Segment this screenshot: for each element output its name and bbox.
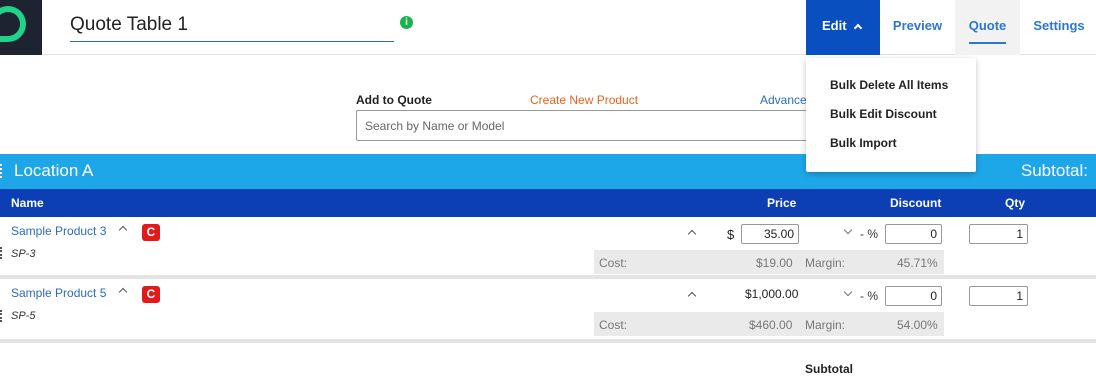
subtotal-label: Subtotal [805,362,853,376]
cost-value: $460.00 [749,318,793,332]
table-row: Sample Product 5 C SP-5 $1,000.00 - % Co… [0,279,1096,339]
info-icon[interactable]: i [400,16,413,29]
app-logo[interactable] [0,0,42,55]
chevron-up-icon[interactable] [687,229,697,239]
table-column-header: Name Price Discount Qty [0,189,1096,217]
discount-type-label[interactable]: - % [860,227,878,241]
product-sku: SP-5 [11,310,36,322]
price-value: $1,000.00 [745,287,799,301]
menu-item-bulk-edit-discount[interactable]: Bulk Edit Discount [830,107,937,121]
tab-edit-label: Edit [822,18,847,33]
product-name-link[interactable]: Sample Product 3 [11,224,106,238]
location-subtotal-label: Subtotal: [1020,161,1088,180]
cost-margin-band: Cost: $19.00 Margin: 45.71% [594,250,944,274]
menu-item-bulk-delete[interactable]: Bulk Delete All Items [830,78,948,92]
table-row: Sample Product 3 C SP-3 $ - % Cost: $19.… [0,217,1096,277]
custom-product-badge: C [142,286,160,303]
chevron-up-icon [853,23,862,33]
column-discount: Discount [890,196,942,210]
edit-dropdown-menu: Bulk Delete All Items Bulk Edit Discount… [806,58,976,172]
tab-quote-label: Quote [968,18,1007,33]
location-name[interactable]: Location A [14,161,93,181]
chevron-down-icon[interactable] [843,225,853,235]
quote-title-input[interactable]: Quote Table 1 [70,8,394,42]
cost-label: Cost: [599,256,628,270]
advanced-search-link[interactable]: Advance [760,93,807,107]
create-new-product-link[interactable]: Create New Product [530,93,638,107]
cost-value: $19.00 [756,256,793,270]
drag-handle-icon[interactable] [0,164,3,178]
product-search-input[interactable] [356,110,816,141]
logo-icon [0,6,26,42]
column-name: Name [11,196,44,210]
margin-label: Margin: [805,318,846,332]
app-header: Quote Table 1 i Edit Preview Quote Setti… [0,0,1096,55]
active-tab-underline [969,42,1006,44]
margin-label: Margin: [805,256,846,270]
tab-settings[interactable]: Settings [1020,0,1096,55]
chevron-up-icon[interactable] [687,291,697,301]
custom-product-badge: C [142,224,160,241]
price-input[interactable] [741,224,799,244]
discount-input[interactable] [885,224,942,244]
column-price: Price [767,196,797,210]
tab-edit[interactable]: Edit [806,0,880,55]
quantity-input[interactable] [969,286,1028,306]
currency-symbol: $ [727,227,735,242]
tab-quote[interactable]: Quote [955,0,1020,55]
chevron-down-icon[interactable] [843,287,853,297]
cost-label: Cost: [599,318,628,332]
margin-value: 45.71% [897,256,938,270]
chevron-up-icon[interactable] [118,287,128,297]
discount-type-label[interactable]: - % [860,289,878,303]
tab-preview[interactable]: Preview [880,0,955,55]
discount-input[interactable] [885,286,942,306]
product-name-link[interactable]: Sample Product 5 [11,286,106,300]
margin-value: 54.00% [897,318,938,332]
row-drag-handle-icon[interactable] [0,310,3,322]
cost-margin-band: Cost: $460.00 Margin: 54.00% [594,312,944,336]
chevron-up-icon[interactable] [118,225,128,235]
quantity-input[interactable] [969,224,1028,244]
menu-item-bulk-import[interactable]: Bulk Import [830,136,897,150]
row-divider [0,339,1096,343]
product-sku: SP-3 [11,248,36,260]
add-to-quote-label: Add to Quote [356,93,432,107]
row-drag-handle-icon[interactable] [0,247,3,259]
column-qty: Qty [1005,196,1026,210]
